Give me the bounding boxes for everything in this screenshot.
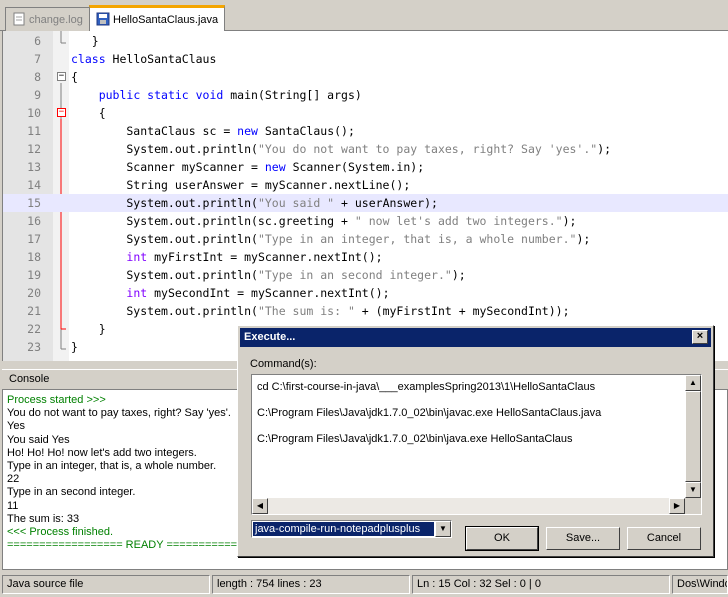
line-number: 20 — [27, 286, 41, 300]
line-number: 12 — [27, 142, 41, 156]
code-text: } — [71, 340, 78, 354]
code-line[interactable]: 13 Scanner myScanner = new Scanner(Syste… — [3, 158, 728, 176]
code-text: { — [71, 70, 78, 84]
tab-change-log[interactable]: change.log — [5, 7, 90, 31]
code-text: { — [71, 106, 106, 120]
code-text: System.out.println(sc.greeting + " now l… — [71, 214, 577, 228]
code-line[interactable]: 14 String userAnswer = myScanner.nextLin… — [3, 176, 728, 194]
line-number: 18 — [27, 250, 41, 264]
code-line[interactable]: 16 System.out.println(sc.greeting + " no… — [3, 212, 728, 230]
line-number: 10 — [27, 106, 41, 120]
code-editor[interactable]: 6 } 7 class HelloSantaClaus 8{9 public stat… — [2, 31, 728, 361]
line-number: 22 — [27, 322, 41, 336]
status-length: length : 754 lines : 23 — [212, 575, 410, 594]
dialog-title: Execute... — [244, 331, 296, 343]
status-position: Ln : 15 Col : 32 Sel : 0 | 0 — [412, 575, 670, 594]
code-text: int mySecondInt = myScanner.nextInt(); — [126, 286, 390, 300]
cancel-button[interactable]: Cancel — [627, 527, 701, 550]
line-number: 7 — [34, 52, 41, 66]
horizontal-scrollbar[interactable]: ◀ ▶ — [252, 498, 701, 514]
scrollbar-corner — [685, 498, 701, 514]
save-button[interactable]: Save... — [546, 527, 620, 550]
commands-label: Command(s): — [250, 358, 317, 370]
code-text: } — [71, 34, 99, 48]
ok-button[interactable]: OK — [465, 526, 539, 551]
code-text: public static void main(String[] args) — [98, 88, 362, 102]
code-line[interactable]: 19 System.out.println("Type in an second… — [3, 266, 728, 284]
fold-toggle-icon[interactable]: − — [57, 72, 66, 81]
line-number: 23 — [27, 340, 41, 354]
code-line[interactable]: 7 class HelloSantaClaus — [3, 50, 728, 68]
tab-label: change.log — [29, 14, 83, 26]
save-disk-icon — [96, 12, 110, 26]
script-select[interactable]: java-compile-run-notepadplusplus ▼ — [251, 520, 452, 538]
status-eol: Dos\Windows — [672, 575, 728, 594]
scrollbar-thumb[interactable] — [685, 391, 701, 482]
code-text: System.out.println("You do not want to p… — [71, 142, 612, 156]
tab-bar: change.log HelloSantaClaus.java — [0, 0, 728, 32]
code-line[interactable]: 12 System.out.println("You do not want t… — [3, 140, 728, 158]
code-text: String userAnswer = myScanner.nextLine()… — [71, 178, 411, 192]
scroll-down-icon[interactable]: ▼ — [685, 482, 701, 498]
code-text: class HelloSantaClaus — [71, 52, 217, 66]
code-text: System.out.println("Type in an integer, … — [71, 232, 591, 246]
code-line[interactable]: 9 public static void main(String[] args) — [3, 86, 728, 104]
command-line: cd C:\first-course-in-java\___examplesSp… — [257, 381, 596, 393]
tab-hellosantaclaus-java[interactable]: HelloSantaClaus.java — [89, 5, 226, 32]
chevron-down-icon[interactable]: ▼ — [435, 521, 451, 537]
tab-label: HelloSantaClaus.java — [113, 14, 219, 26]
line-number: 13 — [27, 160, 41, 174]
code-line[interactable]: 10 { — [3, 104, 728, 122]
line-number: 14 — [27, 178, 41, 192]
scroll-right-icon[interactable]: ▶ — [669, 498, 685, 514]
code-line[interactable]: 18 int myFirstInt = myScanner.nextInt(); — [3, 248, 728, 266]
command-line: C:\Program Files\Java\jdk1.7.0_02\bin\ja… — [257, 433, 573, 445]
code-line[interactable]: 11 SantaClaus sc = new SantaClaus(); — [3, 122, 728, 140]
line-number: 16 — [27, 214, 41, 228]
code-text: System.out.println("Type in an second in… — [71, 268, 466, 282]
code-line[interactable]: 17 System.out.println("Type in an intege… — [3, 230, 728, 248]
code-text: } — [71, 322, 106, 336]
fold-toggle-icon[interactable]: − — [57, 108, 66, 117]
close-icon[interactable]: × — [692, 330, 708, 344]
line-number: 6 — [34, 34, 41, 48]
code-line[interactable]: 8{ — [3, 68, 728, 86]
status-bar: Java source file length : 754 lines : 23… — [0, 573, 728, 597]
line-number: 8 — [34, 70, 41, 84]
command-line: C:\Program Files\Java\jdk1.7.0_02\bin\ja… — [257, 407, 602, 419]
scroll-up-icon[interactable]: ▲ — [685, 375, 701, 391]
script-select-value: java-compile-run-notepadplusplus — [253, 522, 434, 536]
code-line[interactable]: 20 int mySecondInt = myScanner.nextInt()… — [3, 284, 728, 302]
line-number: 17 — [27, 232, 41, 246]
commands-textarea[interactable]: cd C:\first-course-in-java\___examplesSp… — [251, 374, 702, 515]
code-text: Scanner myScanner = new Scanner(System.i… — [71, 160, 425, 174]
code-line[interactable]: 15 System.out.println("You said " + user… — [3, 194, 728, 212]
vertical-scrollbar[interactable]: ▲ ▼ — [685, 375, 701, 498]
line-number: 9 — [34, 88, 41, 102]
scroll-left-icon[interactable]: ◀ — [252, 498, 268, 514]
file-icon — [12, 12, 26, 26]
code-text: SantaClaus sc = new SantaClaus(); — [71, 124, 355, 138]
line-number: 15 — [27, 196, 41, 210]
status-filetype: Java source file — [2, 575, 210, 594]
code-text: System.out.println("You said " + userAns… — [71, 196, 438, 210]
line-number: 21 — [27, 304, 41, 318]
code-line[interactable]: 21 System.out.println("The sum is: " + (… — [3, 302, 728, 320]
execute-dialog: Execute... × Command(s): cd C:\first-cou… — [237, 325, 714, 557]
code-text: int myFirstInt = myScanner.nextInt(); — [126, 250, 383, 264]
code-line[interactable]: 6 } — [3, 32, 728, 50]
line-number: 11 — [27, 124, 41, 138]
dialog-title-bar[interactable]: Execute... × — [240, 328, 711, 347]
code-text: System.out.println("The sum is: " + (myF… — [71, 304, 570, 318]
line-number: 19 — [27, 268, 41, 282]
